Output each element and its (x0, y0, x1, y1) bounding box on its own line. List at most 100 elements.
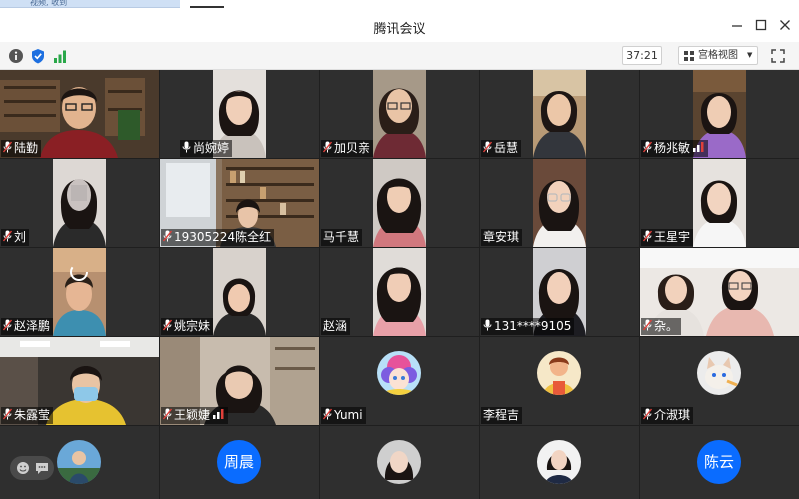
fullscreen-icon[interactable] (769, 47, 787, 65)
window-title: 腾讯会议 (373, 22, 426, 37)
participant-tile[interactable]: 加贝亲 (320, 70, 479, 158)
participant-tile[interactable]: 朱露莹 (0, 337, 159, 425)
microphone-muted-icon (3, 230, 12, 242)
video-grid: 陆勤 尚婉婷 加贝亲 岳慧 杨兆敏 刘 19305224陈全红 马千慧 章安琪 … (0, 70, 799, 499)
grid-view-icon (684, 51, 694, 61)
participant-name-label: 朱露莹 (1, 407, 54, 424)
microphone-muted-icon (3, 141, 12, 153)
participant-tile[interactable]: 李程吉 (480, 337, 639, 425)
participant-video (693, 159, 746, 247)
participant-name-label: Yumi (321, 407, 366, 424)
microphone-muted-icon (163, 230, 172, 242)
participant-tile[interactable]: 尚婉婷 (160, 70, 319, 158)
microphone-icon (483, 319, 492, 331)
microphone-muted-icon (323, 141, 332, 153)
microphone-muted-icon (643, 230, 652, 242)
minimize-button[interactable] (728, 16, 746, 34)
maximize-icon (755, 19, 767, 31)
microphone-muted-icon (163, 319, 172, 331)
participant-name-label: 加贝亲 (321, 140, 374, 157)
minimize-icon (732, 25, 742, 27)
participant-tile[interactable]: 周晨 (160, 426, 319, 499)
participant-name-label: 姚宗妹 (161, 318, 214, 335)
participant-video (373, 70, 426, 158)
participant-name-label: 131****9105 (481, 318, 575, 335)
participant-name-label: 杨兆敏 (641, 140, 709, 157)
quick-reaction-bar (10, 456, 54, 480)
participant-tile[interactable]: 刘 (0, 159, 159, 247)
participant-tile[interactable]: 介淑琪 (640, 337, 799, 425)
microphone-muted-icon (643, 141, 652, 153)
participant-avatar (697, 351, 741, 395)
microphone-muted-icon (163, 408, 172, 420)
grid-view-dropdown[interactable]: 宫格视图 ▼ (678, 46, 758, 65)
signal-icon (693, 142, 704, 152)
chevron-down-icon: ▼ (747, 51, 753, 59)
participant-name-label: 章安琪 (481, 229, 523, 246)
meeting-window: 视频, 收到 腾讯会议 37:21 宫格视图 ▼ 陆勤 尚婉婷 加贝亲 岳慧 杨… (0, 0, 799, 499)
chat-icon[interactable] (35, 461, 49, 475)
participant-name-label: 赵涵 (321, 318, 351, 335)
participant-tile[interactable]: 陆勤 (0, 70, 159, 158)
microphone-muted-icon (3, 408, 12, 420)
participant-name-label: 19305224陈全红 (161, 229, 275, 246)
participant-name-label: 陆勤 (1, 140, 42, 157)
participant-name-label: 刘 (1, 229, 30, 246)
participant-avatar-initials: 周晨 (217, 440, 261, 484)
participant-tile[interactable]: 章安琪 (480, 159, 639, 247)
participant-tile[interactable]: 马千慧 (320, 159, 479, 247)
participant-tile[interactable]: 陈云 (640, 426, 799, 499)
participant-tile[interactable]: 杨兆敏 (640, 70, 799, 158)
participant-tile[interactable]: 131****9105 (480, 248, 639, 336)
background-tab-text: 视频, 收到 (30, 0, 68, 7)
participant-avatar-initials: 陈云 (697, 440, 741, 484)
participant-video (373, 159, 426, 247)
info-icon[interactable] (7, 47, 25, 65)
participant-name-label: 杂。 (641, 318, 682, 335)
participant-name-label: 赵泽鹏 (1, 318, 54, 335)
participant-video (213, 248, 266, 336)
microphone-muted-icon (323, 408, 332, 420)
participant-avatar (57, 440, 101, 484)
participant-tile[interactable]: 19305224陈全红 (160, 159, 319, 247)
signal-icon (213, 409, 224, 419)
participant-tile[interactable]: 王星宇 (640, 159, 799, 247)
participant-avatar (377, 440, 421, 484)
participant-avatar (537, 351, 581, 395)
participant-tile[interactable]: 赵泽鹏 (0, 248, 159, 336)
emoji-icon[interactable] (16, 461, 30, 475)
shield-icon[interactable] (29, 47, 47, 65)
signal-icon[interactable] (51, 47, 69, 65)
participant-video (53, 159, 106, 247)
participant-tile[interactable] (480, 426, 639, 499)
participant-name-label: 岳慧 (481, 140, 522, 157)
close-button[interactable] (776, 16, 794, 34)
background-window-underline (190, 6, 224, 8)
microphone-muted-icon (643, 319, 652, 331)
participant-tile[interactable]: 王颖婕 (160, 337, 319, 425)
participant-video (373, 248, 426, 336)
participant-video (533, 159, 586, 247)
participant-tile[interactable]: Yumi (320, 337, 479, 425)
participant-name-label: 马千慧 (321, 229, 363, 246)
close-icon (780, 20, 790, 30)
title-bar: 视频, 收到 腾讯会议 (0, 0, 799, 42)
microphone-icon (182, 141, 191, 153)
microphone-muted-icon (643, 408, 652, 420)
microphone-muted-icon (483, 141, 492, 153)
participant-name-label: 王星宇 (641, 229, 694, 246)
participant-name-label: 介淑琪 (641, 407, 694, 424)
participant-name-label: 尚婉婷 (180, 140, 233, 157)
participant-name-label: 王颖婕 (161, 407, 229, 424)
participant-tile[interactable]: 赵涵 (320, 248, 479, 336)
participant-tile[interactable]: 岳慧 (480, 70, 639, 158)
participant-tile[interactable] (320, 426, 479, 499)
maximize-button[interactable] (752, 16, 770, 34)
microphone-muted-icon (3, 319, 12, 331)
participant-tile[interactable]: 杂。 (640, 248, 799, 336)
participant-tile[interactable]: 姚宗妹 (160, 248, 319, 336)
view-mode-label: 宫格视图 (698, 50, 738, 61)
participant-video (533, 70, 586, 158)
meeting-toolbar: 37:21 宫格视图 ▼ (0, 42, 799, 70)
background-window-tab[interactable]: 视频, 收到 (0, 0, 180, 8)
